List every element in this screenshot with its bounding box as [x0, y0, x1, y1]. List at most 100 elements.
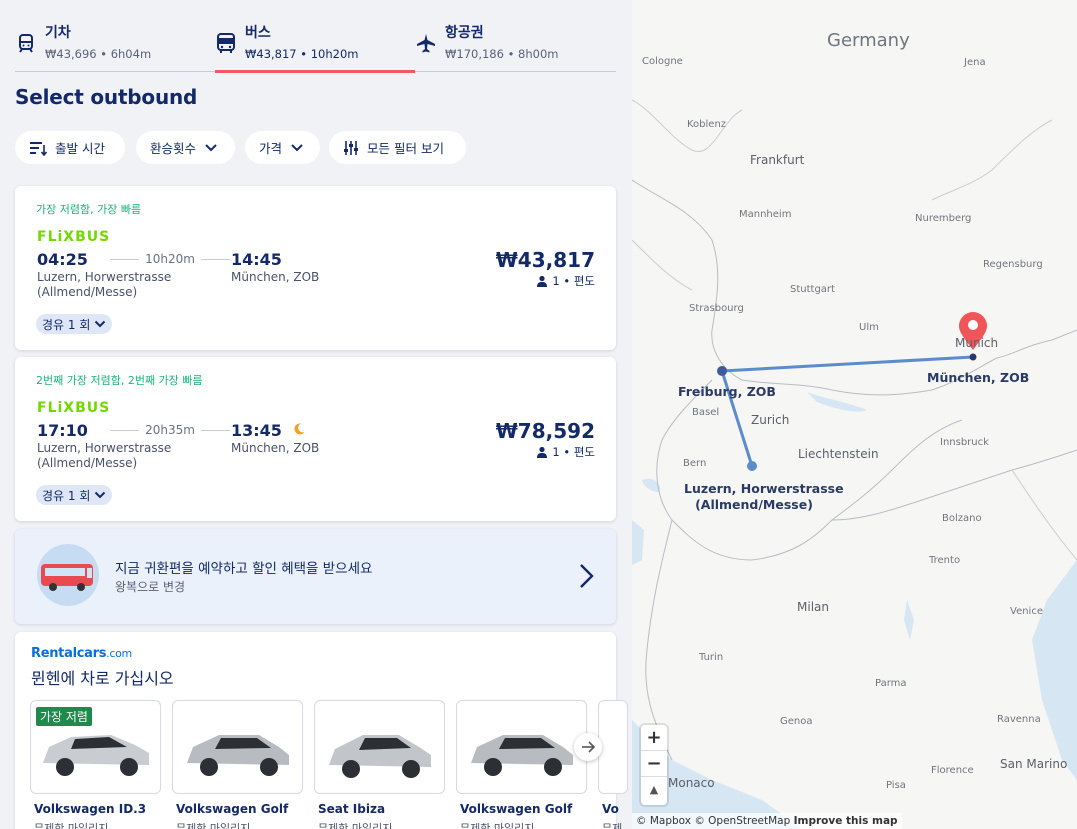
operator-logo: FLiXBUS — [37, 400, 111, 416]
car-card[interactable] — [456, 700, 587, 794]
transfers-filter[interactable]: 환승횟수 — [136, 131, 235, 164]
map-label-city: Parma — [875, 678, 907, 689]
mapbox-link[interactable]: © Mapbox — [636, 815, 691, 827]
map-attribution: © Mapbox © OpenStreetMap Improve this ma… — [632, 813, 902, 829]
stopover-label: 경유 1 회 — [42, 317, 91, 332]
car-name: Vo — [602, 802, 619, 816]
passenger-info: 1 • 편도 — [536, 444, 595, 460]
map-label-city: Basel — [692, 407, 720, 418]
bus-illustration — [37, 544, 99, 606]
map-label-city: Florence — [931, 765, 974, 776]
arrival-stop: München, ZOB — [231, 270, 320, 284]
operator-logo: FLiXBUS — [37, 229, 111, 245]
car-card[interactable] — [172, 700, 303, 794]
map-stop-label: Freiburg, ZOB — [678, 384, 776, 399]
car-name: Volkswagen Golf — [176, 802, 289, 816]
trip-result-card[interactable]: 가장 저렴함, 가장 빠름 FLiXBUS 04:25 10h20m 14:45… — [15, 186, 616, 350]
improve-map-link[interactable]: Improve this map — [794, 815, 898, 827]
map-label-city: Milan — [797, 600, 829, 614]
tab-flight-summary: ₩170,186 • 8h00m — [445, 47, 559, 61]
route-map[interactable]: Germany Cologne Jena Koblenz Frankfurt M… — [632, 0, 1077, 829]
rentalcars-logo-suffix: .com — [106, 647, 132, 660]
car-name: Volkswagen ID.3 — [34, 802, 147, 816]
price-filter[interactable]: 가격 — [245, 131, 320, 164]
car-mileage: 무제한 마일리지 — [176, 822, 251, 829]
zoom-out-button[interactable]: − — [641, 751, 667, 777]
map-label-city: Ravenna — [997, 714, 1041, 725]
arrival-time: 13:45 — [231, 421, 306, 440]
departure-time-filter[interactable]: 출발 시간 — [15, 131, 125, 164]
departure-stop: Luzern, Horwerstrasse (Allmend/Messe) — [37, 441, 172, 470]
trip-duration: 10h20m — [110, 252, 230, 266]
trip-price: ₩78,592 — [495, 419, 595, 443]
map-label-city: Regensburg — [983, 259, 1043, 270]
departure-time-filter-label: 출발 시간 — [55, 141, 105, 156]
return-trip-promo[interactable]: 지금 귀환편을 예약하고 할인 혜택을 받으세요 왕복으로 변경 — [15, 529, 616, 624]
chevron-right-icon[interactable] — [576, 562, 596, 590]
map-label-city: Frankfurt — [750, 153, 805, 167]
car-card[interactable]: 가장 저렴 — [30, 700, 161, 794]
stopover-label: 경유 1 회 — [42, 488, 91, 503]
rentalcars-section: Rentalcars.com 뮌헨에 차로 가십시오 가장 저렴 Volkswa… — [15, 632, 628, 829]
results-panel: 기차 ₩43,696 • 6h04m 버스 ₩43,817 • 10h20m 항… — [0, 0, 632, 829]
departure-time: 04:25 — [37, 250, 88, 269]
active-tab-indicator — [215, 70, 415, 73]
duration-text: 10h20m — [145, 252, 195, 266]
arrival-time: 14:45 — [231, 250, 282, 269]
car-card[interactable] — [314, 700, 445, 794]
map-stop-line: Luzern, Horwerstrasse — [684, 481, 844, 496]
sliders-icon — [344, 140, 358, 155]
all-filters-button[interactable]: 모든 필터 보기 — [329, 131, 466, 164]
transfers-filter-label: 환승횟수 — [150, 141, 197, 156]
map-label-city: Monaco — [668, 776, 715, 790]
map-label-city: Stuttgart — [790, 284, 835, 295]
car-name: Volkswagen Golf — [460, 802, 573, 816]
duration-text: 20h35m — [145, 423, 195, 437]
bus-icon — [217, 33, 235, 53]
map-label-city: Trento — [929, 555, 961, 566]
zoom-in-button[interactable]: + — [641, 725, 667, 751]
map-label-city: Bolzano — [942, 513, 982, 524]
map-label-city: Strasbourg — [689, 303, 744, 314]
car-card[interactable] — [598, 700, 628, 794]
tab-bus-label: 버스 — [245, 25, 271, 41]
map-label-city: Venice — [1010, 606, 1043, 617]
tab-flight-label: 항공권 — [445, 25, 484, 41]
map-label-city: Genoa — [780, 716, 813, 727]
osm-link[interactable]: © OpenStreetMap — [694, 815, 790, 827]
all-filters-label: 모든 필터 보기 — [367, 141, 444, 156]
price-filter-label: 가격 — [259, 141, 283, 156]
arrival-stop: München, ZOB — [231, 441, 320, 455]
stopover-toggle[interactable]: 경유 1 회 — [36, 485, 113, 505]
tab-flight[interactable]: 항공권 ₩170,186 • 8h00m — [415, 18, 615, 72]
map-label-city: Turin — [699, 652, 724, 663]
chevron-down-icon — [95, 320, 106, 328]
carousel-next-button[interactable] — [574, 733, 602, 761]
map-label-city: Bern — [683, 458, 707, 469]
map-label-city: Jena — [964, 57, 986, 68]
car-name: Seat Ibiza — [318, 802, 386, 816]
result-badge: 가장 저렴함, 가장 빠름 — [36, 203, 142, 216]
map-label-city: Innsbruck — [940, 437, 989, 448]
map-label-city: Cologne — [642, 56, 683, 67]
chevron-down-icon — [291, 143, 303, 151]
plane-icon — [417, 34, 435, 53]
promo-title: 지금 귀환편을 예약하고 할인 혜택을 받으세요 — [115, 561, 373, 577]
departure-stop: Luzern, Horwerstrasse (Allmend/Messe) — [37, 270, 172, 299]
car-mileage: 무제 — [602, 822, 623, 829]
map-label-city: Zurich — [751, 413, 790, 427]
promo-link[interactable]: 왕복으로 변경 — [115, 578, 185, 595]
map-stop-line: (Allmend/Messe) — [695, 497, 813, 512]
map-stop-label: München, ZOB — [927, 370, 1030, 385]
tab-train[interactable]: 기차 ₩43,696 • 6h04m — [15, 18, 205, 72]
tab-bus[interactable]: 버스 ₩43,817 • 10h20m — [215, 18, 415, 73]
transport-tabs: 기차 ₩43,696 • 6h04m 버스 ₩43,817 • 10h20m 항… — [15, 18, 616, 73]
tab-bus-summary: ₩43,817 • 10h20m — [245, 47, 359, 61]
passenger-text: 1 • 편도 — [552, 445, 595, 459]
stopover-toggle[interactable]: 경유 1 회 — [36, 314, 113, 334]
map-label-city: Ulm — [859, 322, 879, 333]
trip-result-card[interactable]: 2번째 가장 저렴함, 2번째 가장 빠름 FLiXBUS 17:10 20h3… — [15, 357, 616, 521]
compass-button[interactable]: ▲ — [641, 777, 667, 803]
car-image — [187, 735, 289, 776]
page-title: Select outbound — [15, 85, 198, 109]
